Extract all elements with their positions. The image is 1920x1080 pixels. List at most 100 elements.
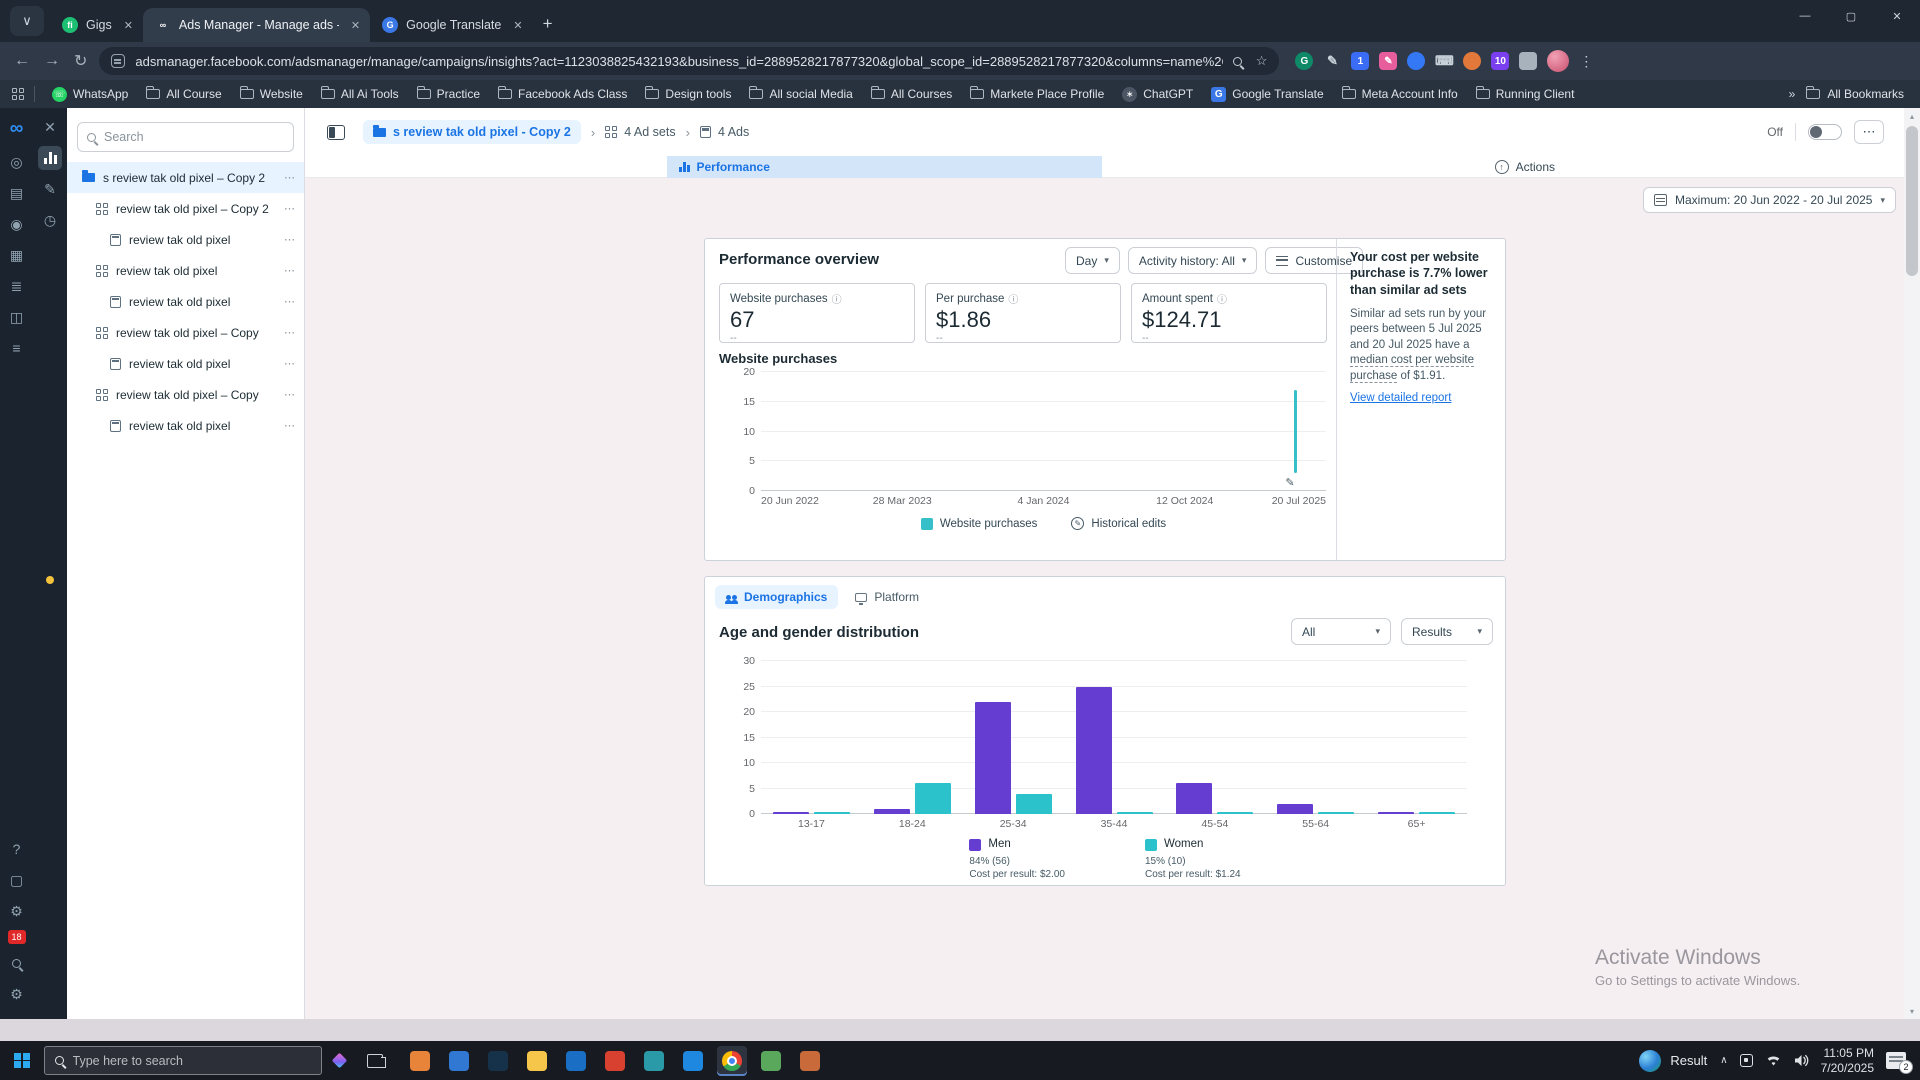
taskbar-app-store[interactable] <box>444 1046 474 1076</box>
bookmarks-overflow-icon[interactable]: » <box>1779 87 1807 101</box>
row-menu-icon[interactable]: ⋯ <box>284 419 296 432</box>
bookmark-practice[interactable]: Practice <box>408 86 489 101</box>
blue-dot-extension-icon[interactable] <box>1407 52 1426 70</box>
taskbar-app-red[interactable] <box>600 1046 630 1076</box>
lines-menu-icon[interactable]: ≣ <box>5 274 29 298</box>
tab-close-icon[interactable]: ✕ <box>513 19 522 32</box>
site-info-icon[interactable] <box>111 54 126 68</box>
all-bookmarks-button[interactable]: All Bookmarks <box>1806 86 1920 101</box>
teams-icon[interactable] <box>1739 1054 1753 1067</box>
tab-performance[interactable]: Performance <box>667 156 1102 178</box>
breadcrumb-adsets[interactable]: 4 Ad sets <box>605 125 676 139</box>
audience-icon[interactable]: ◉ <box>5 212 29 236</box>
weather-widget[interactable]: Result <box>1639 1049 1707 1072</box>
row-menu-icon[interactable]: ⋯ <box>284 295 296 308</box>
tab-ads-manager[interactable]: ∞ Ads Manager - Manage ads - C ✕ <box>142 8 371 42</box>
taskbar-app-photoshop[interactable] <box>483 1046 513 1076</box>
feedback-box-icon[interactable]: ▢ <box>5 868 29 892</box>
settings-gear-icon-2[interactable]: ⚙ <box>5 982 29 1006</box>
task-view-icon[interactable] <box>366 1053 386 1068</box>
sidebar-item-adset[interactable]: review tak old pixel ⋯ <box>67 255 304 286</box>
badge-1-extension-icon[interactable]: 1 <box>1351 52 1370 70</box>
bookmark-design-tools[interactable]: Design tools <box>636 86 740 101</box>
home-bullseye-icon[interactable]: ◎ <box>5 150 29 174</box>
taskbar-app-brown[interactable] <box>795 1046 825 1076</box>
row-menu-icon[interactable]: ⋯ <box>284 264 296 277</box>
tab-close-icon[interactable]: ✕ <box>351 19 360 32</box>
sidebar-item-campaign[interactable]: s review tak old pixel – Copy 2 ⋯ <box>67 162 304 193</box>
reload-button[interactable]: ↻ <box>74 51 87 71</box>
sidebar-item-ad[interactable]: review tak old pixel ⋯ <box>67 286 304 317</box>
tab-demographics[interactable]: Demographics <box>715 585 839 609</box>
tab-close-icon[interactable]: ✕ <box>124 19 133 32</box>
sidebar-item-ad[interactable]: review tak old pixel ⋯ <box>67 410 304 441</box>
info-icon[interactable]: ⓘ <box>1008 291 1018 306</box>
grammarly-extension-icon[interactable]: G <box>1295 52 1314 70</box>
row-menu-icon[interactable]: ⋯ <box>284 326 296 339</box>
info-icon[interactable]: ⓘ <box>832 291 842 306</box>
collapse-sidebar-icon[interactable] <box>327 124 345 140</box>
forward-button[interactable]: → <box>44 52 60 70</box>
taskbar-app-orange[interactable] <box>405 1046 435 1076</box>
browser-menu-icon[interactable]: ⋮ <box>1579 53 1593 70</box>
start-button[interactable] <box>14 1052 30 1069</box>
metric-dropdown[interactable]: Results ▾ <box>1401 618 1493 645</box>
billing-icon[interactable]: ◫ <box>5 305 29 329</box>
bookmark-google-translate[interactable]: G Google Translate <box>1202 86 1332 102</box>
profile-avatar[interactable] <box>1547 50 1570 72</box>
catalog-icon[interactable]: ▦ <box>5 243 29 267</box>
history-clock-icon[interactable]: ◷ <box>38 208 62 232</box>
settings-gear-icon[interactable]: ⚙ <box>5 899 29 923</box>
sidebar-item-adset[interactable]: review tak old pixel – Copy 2 ⋯ <box>67 193 304 224</box>
tab-search-button[interactable]: ∨ <box>10 6 44 36</box>
sidebar-item-ad[interactable]: review tak old pixel ⋯ <box>67 224 304 255</box>
keyboard-extension-icon[interactable]: ⌨ <box>1435 52 1454 70</box>
badge-10-extension-icon[interactable]: 10 <box>1491 52 1510 70</box>
address-bar[interactable]: adsmanager.facebook.com/adsmanager/manag… <box>99 47 1280 75</box>
all-tools-icon[interactable]: ≡ <box>5 336 29 360</box>
taskbar-app-chrome[interactable] <box>716 1045 747 1076</box>
sidebar-search[interactable] <box>77 122 294 152</box>
help-icon[interactable]: ? <box>5 837 29 861</box>
close-icon[interactable]: ✕ <box>38 115 62 139</box>
url-text[interactable]: adsmanager.facebook.com/adsmanager/manag… <box>135 54 1222 69</box>
bookmark-meta-account-info[interactable]: Meta Account Info <box>1333 86 1467 101</box>
maximize-button[interactable]: ▢ <box>1828 0 1874 32</box>
sidebar-item-adset[interactable]: review tak old pixel – Copy ⋯ <box>67 317 304 348</box>
sidebar-item-adset[interactable]: review tak old pixel – Copy ⋯ <box>67 379 304 410</box>
view-detailed-report-link[interactable]: View detailed report <box>1350 392 1451 404</box>
bookmark-all-courses[interactable]: All Courses <box>862 86 961 101</box>
bookmark-markete-place-profile[interactable]: Markete Place Profile <box>961 86 1113 101</box>
tab-google-translate[interactable]: G Google Translate ✕ <box>370 8 532 42</box>
vertical-scrollbar[interactable]: ▴ ▾ <box>1904 108 1920 1019</box>
scrollbar-thumb[interactable] <box>1906 126 1918 276</box>
bookmark-all-course[interactable]: All Course <box>137 86 230 101</box>
minimize-button[interactable]: — <box>1782 0 1828 32</box>
insights-chart-icon[interactable] <box>38 146 62 170</box>
taskbar-search[interactable] <box>43 1046 322 1075</box>
more-options-button[interactable]: ⋯ <box>1854 120 1884 144</box>
puzzle-extension-icon[interactable] <box>1519 52 1538 70</box>
info-icon[interactable]: ⓘ <box>1217 291 1227 306</box>
pages-icon[interactable]: ▤ <box>5 181 29 205</box>
bookmark-all-ai-tools[interactable]: All Ai Tools <box>312 86 408 101</box>
sidebar-search-input[interactable] <box>104 130 284 144</box>
apps-grid-icon[interactable] <box>12 88 24 100</box>
bookmark-facebook-ads-class[interactable]: Facebook Ads Class <box>489 86 636 101</box>
bookmark-all-social-media[interactable]: All social Media <box>740 86 861 101</box>
taskbar-app-file-explorer[interactable] <box>522 1046 552 1076</box>
activity-history-dropdown[interactable]: Activity history: All ▾ <box>1127 247 1258 274</box>
row-menu-icon[interactable]: ⋯ <box>284 357 296 370</box>
taskbar-search-input[interactable] <box>72 1053 311 1068</box>
close-window-button[interactable]: ✕ <box>1874 0 1920 32</box>
back-button[interactable]: ← <box>14 52 30 70</box>
tab-gigs[interactable]: fi Gigs ✕ <box>50 8 143 42</box>
wifi-icon[interactable] <box>1765 1054 1782 1067</box>
breadcrumb-campaign[interactable]: s review tak old pixel - Copy 2 <box>363 120 581 144</box>
taskbar-app-edge[interactable] <box>678 1046 708 1076</box>
bookmark-running-client[interactable]: Running Client <box>1467 86 1584 101</box>
search-icon[interactable] <box>5 951 29 975</box>
bookmark-chatgpt[interactable]: ∗ ChatGPT <box>1113 86 1202 102</box>
bookmark-whatsapp[interactable]: ☏ WhatsApp <box>43 86 137 102</box>
cortana-icon[interactable] <box>331 1052 347 1069</box>
